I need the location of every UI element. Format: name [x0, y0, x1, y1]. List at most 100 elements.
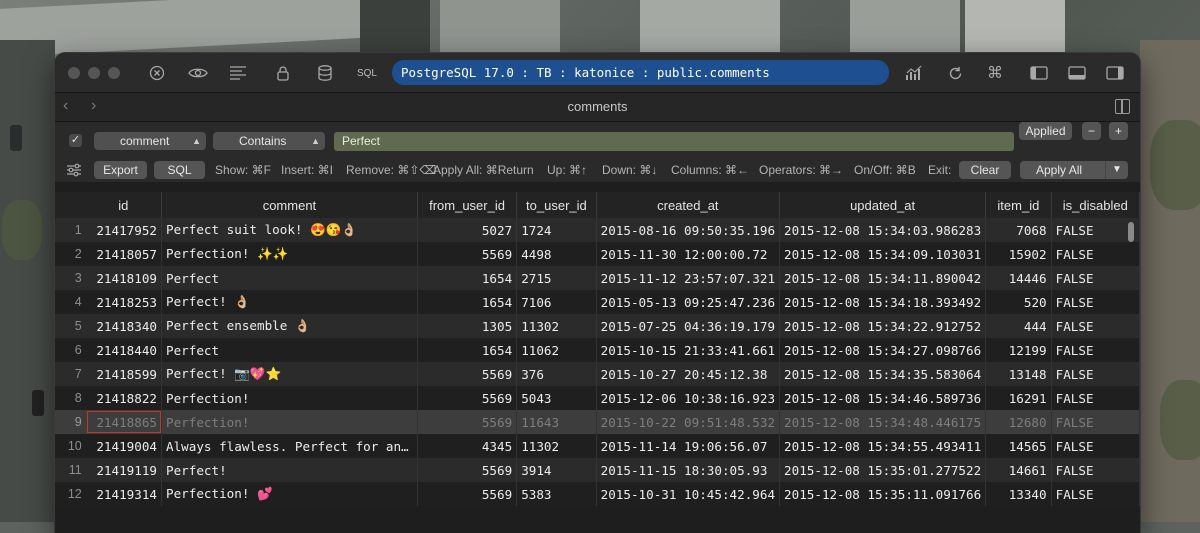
cell-id[interactable]: 21418865 [85, 410, 163, 434]
cell-updated-at[interactable]: 2015-12-08 15:35:11.091766 [779, 482, 987, 506]
cell-comment[interactable]: Perfect [161, 338, 418, 362]
cell-to-user-id[interactable]: 4498 [516, 242, 597, 266]
column-header-updated-at[interactable]: updated_at [779, 192, 987, 218]
chart-icon[interactable] [903, 62, 925, 84]
cell-is-disabled[interactable]: FALSE [1051, 386, 1140, 410]
cell-comment[interactable]: Perfect ensemble 👌🏼 [161, 314, 418, 338]
cell-id[interactable]: 21418599 [85, 362, 163, 386]
refresh-icon[interactable] [945, 62, 965, 84]
vertical-scrollbar[interactable] [1128, 222, 1134, 242]
cell-is-disabled[interactable]: FALSE [1051, 458, 1140, 482]
cell-to-user-id[interactable]: 7106 [516, 290, 597, 314]
lock-icon[interactable] [275, 62, 291, 84]
column-header-from-user-id[interactable]: from_user_id [417, 192, 518, 218]
cell-item-id[interactable]: 444 [985, 314, 1052, 338]
cell-id[interactable]: 21418057 [85, 242, 163, 266]
cell-to-user-id[interactable]: 11643 [516, 410, 597, 434]
cell-comment[interactable]: Perfection! [161, 386, 418, 410]
cell-from-user-id[interactable]: 5027 [417, 218, 518, 242]
cell-from-user-id[interactable]: 1654 [417, 338, 518, 362]
cell-updated-at[interactable]: 2015-12-08 15:34:27.098766 [779, 338, 987, 362]
cell-comment[interactable]: Perfect suit look! 😍😘👌🏼 [161, 218, 418, 242]
panel-bottom-icon[interactable] [1066, 62, 1088, 84]
cell-from-user-id[interactable]: 5569 [417, 482, 518, 506]
cell-id[interactable]: 21418253 [85, 290, 163, 314]
cell-is-disabled[interactable]: FALSE [1051, 218, 1140, 242]
cell-is-disabled[interactable]: FALSE [1051, 434, 1140, 458]
cell-created-at[interactable]: 2015-12-06 10:38:16.923 [596, 386, 781, 410]
cell-comment[interactable]: Always flawless. Perfect for an… [161, 434, 418, 458]
cell-item-id[interactable]: 15902 [985, 242, 1052, 266]
cell-item-id[interactable]: 14565 [985, 434, 1052, 458]
cell-created-at[interactable]: 2015-11-12 23:57:07.321 [596, 266, 781, 290]
eye-icon[interactable] [187, 62, 209, 84]
cell-created-at[interactable]: 2015-11-30 12:00:00.72 [596, 242, 781, 266]
cell-is-disabled[interactable]: FALSE [1051, 338, 1140, 362]
cell-from-user-id[interactable]: 1305 [417, 314, 518, 338]
cell-item-id[interactable]: 12680 [985, 410, 1052, 434]
cell-updated-at[interactable]: 2015-12-08 15:34:18.393492 [779, 290, 987, 314]
zoom-window-button[interactable] [108, 67, 120, 79]
cell-id[interactable]: 21418822 [85, 386, 163, 410]
cell-to-user-id[interactable]: 11062 [516, 338, 597, 362]
cell-comment[interactable]: Perfect! [161, 458, 418, 482]
cell-created-at[interactable]: 2015-10-15 21:33:41.661 [596, 338, 781, 362]
cell-updated-at[interactable]: 2015-12-08 15:34:48.446175 [779, 410, 987, 434]
cell-updated-at[interactable]: 2015-12-08 15:34:55.493411 [779, 434, 987, 458]
table-row[interactable]: 10 21419004 Always flawless. Perfect for a… [55, 434, 1140, 458]
cell-item-id[interactable]: 16291 [985, 386, 1052, 410]
cell-to-user-id[interactable]: 11302 [516, 314, 597, 338]
table-row[interactable]: 8 21418822 Perfection! 5569 5043 2015-12-06 1… [55, 386, 1140, 410]
table-row[interactable]: 5 21418340 Perfect ensemble 👌🏼 1305 11302 201… [55, 314, 1140, 338]
cell-to-user-id[interactable]: 1724 [516, 218, 597, 242]
cell-comment[interactable]: Perfection! [161, 410, 418, 434]
cell-updated-at[interactable]: 2015-12-08 15:34:22.912752 [779, 314, 987, 338]
cell-to-user-id[interactable]: 5043 [516, 386, 597, 410]
export-button[interactable]: Export [94, 161, 147, 179]
cell-from-user-id[interactable]: 1654 [417, 266, 518, 290]
close-window-button[interactable] [68, 67, 80, 79]
cell-created-at[interactable]: 2015-08-16 09:50:35.196 [596, 218, 781, 242]
cell-id[interactable]: 21417952 [85, 218, 163, 242]
connection-bar[interactable]: PostgreSQL 17.0 : TB : katonice : public… [392, 60, 889, 85]
cell-created-at[interactable]: 2015-10-22 09:51:48.532 [596, 410, 781, 434]
filter-operator-select[interactable]: Contains ▲ [213, 132, 325, 150]
remove-filter-button[interactable]: − [1082, 122, 1101, 140]
column-header-comment[interactable]: comment [161, 192, 418, 218]
cell-created-at[interactable]: 2015-11-14 19:06:56.07 [596, 434, 781, 458]
cell-created-at[interactable]: 2015-10-27 20:45:12.38 [596, 362, 781, 386]
table-row[interactable]: 12 21419314 Perfection! 💕 5569 5383 2015-10-3… [55, 482, 1140, 506]
table-row[interactable]: 7 21418599 Perfect! 📷💖⭐ 5569 376 2015-10-27 2… [55, 362, 1140, 386]
sql-button[interactable]: SQL [154, 161, 205, 179]
cell-item-id[interactable]: 14446 [985, 266, 1052, 290]
chevron-down-icon[interactable]: ▼ [1105, 161, 1128, 179]
cell-comment[interactable]: Perfect! 👌🏼 [161, 290, 418, 314]
cell-item-id[interactable]: 14661 [985, 458, 1052, 482]
cell-item-id[interactable]: 7068 [985, 218, 1052, 242]
applied-button[interactable]: Applied [1019, 122, 1072, 140]
cell-id[interactable]: 21419004 [85, 434, 163, 458]
cell-updated-at[interactable]: 2015-12-08 15:34:03.986283 [779, 218, 987, 242]
sidebar-left-icon[interactable] [1028, 62, 1050, 84]
cell-id[interactable]: 21419119 [85, 458, 163, 482]
cell-id[interactable]: 21419314 [85, 482, 163, 506]
cell-created-at[interactable]: 2015-05-13 09:25:47.236 [596, 290, 781, 314]
cell-from-user-id[interactable]: 5569 [417, 242, 518, 266]
column-header-id[interactable]: id [85, 192, 163, 218]
table-row[interactable]: 3 21418109 Perfect 1654 2715 2015-11-12 23:5… [55, 266, 1140, 290]
cell-is-disabled[interactable]: FALSE [1051, 314, 1140, 338]
filter-column-select[interactable]: comment ▲ [94, 132, 206, 150]
cell-updated-at[interactable]: 2015-12-08 15:35:01.277522 [779, 458, 987, 482]
cell-to-user-id[interactable]: 2715 [516, 266, 597, 290]
cell-from-user-id[interactable]: 5569 [417, 458, 518, 482]
column-header-created-at[interactable]: created_at [596, 192, 781, 218]
cell-to-user-id[interactable]: 5383 [516, 482, 597, 506]
command-icon[interactable]: ⌘ [985, 62, 1005, 84]
cell-item-id[interactable]: 13148 [985, 362, 1052, 386]
clear-button[interactable]: Clear [959, 161, 1011, 179]
cell-item-id[interactable]: 520 [985, 290, 1052, 314]
filter-enabled-checkbox[interactable]: ✓ [69, 134, 82, 147]
cell-from-user-id[interactable]: 5569 [417, 362, 518, 386]
tab-title[interactable]: comments [55, 99, 1140, 114]
cell-from-user-id[interactable]: 5569 [417, 410, 518, 434]
